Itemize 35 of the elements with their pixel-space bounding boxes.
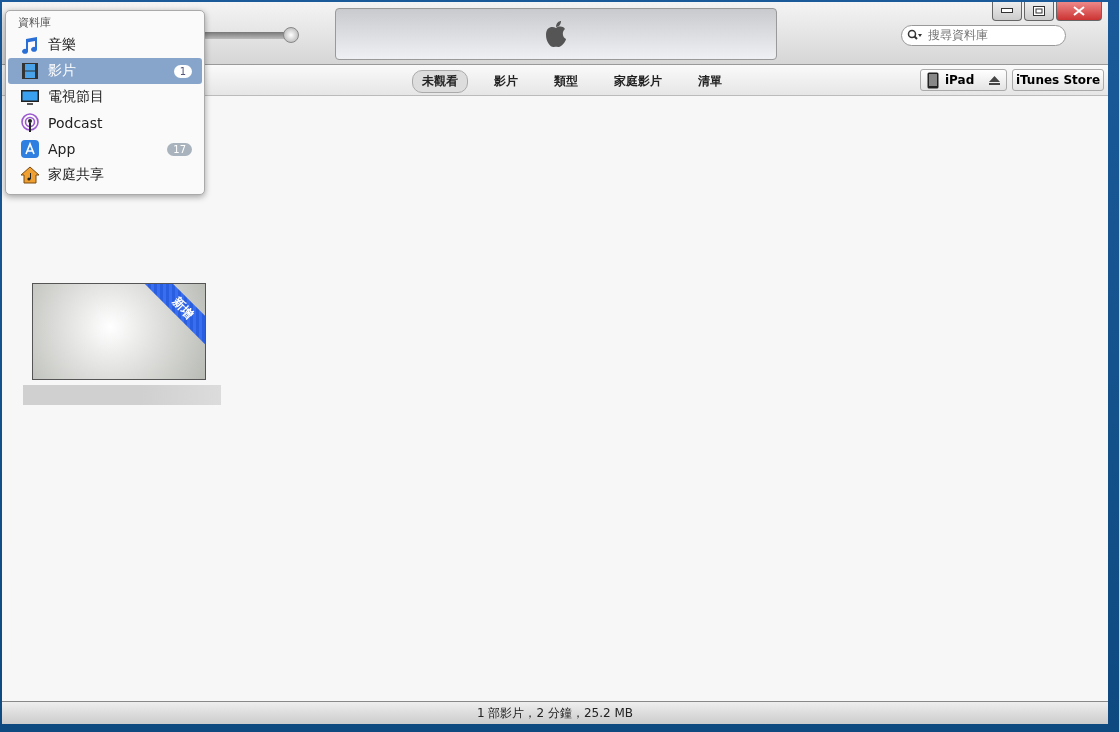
movie-thumbnail[interactable]: 新增 [32,283,206,380]
tablet-icon [927,71,939,89]
menu-item[interactable]: Podcast [8,110,202,136]
house-icon [20,165,40,185]
maximize-icon [1033,6,1045,16]
view-tab[interactable]: 清單 [688,70,732,93]
view-tab[interactable]: 影片 [484,70,528,93]
film-strip-icon [20,61,40,81]
menu-item[interactable]: 影片 1 [8,58,202,84]
view-tab[interactable]: 類型 [544,70,588,93]
search-field[interactable]: 搜尋資料庫 [901,24,1066,46]
podcast-icon [20,113,40,133]
count-badge: 17 [167,142,192,156]
minimize-icon [1001,8,1013,14]
menu-item[interactable]: 電視節目 [8,84,202,110]
app-store-icon [20,139,40,159]
maximize-button[interactable] [1024,2,1054,21]
volume-thumb[interactable] [283,27,300,43]
menu-item[interactable]: 家庭共享 [8,162,202,188]
music-note-icon [20,35,40,55]
device-button[interactable]: iPad [920,69,1007,91]
view-tab[interactable]: 未觀看 [412,70,468,93]
monitor-icon [20,87,40,107]
minimize-button[interactable] [992,2,1022,21]
store-button[interactable]: iTunes Store [1012,69,1104,91]
eject-icon[interactable] [989,75,1000,85]
count-badge: 1 [173,64,192,78]
view-tab[interactable]: 家庭影片 [604,70,672,93]
close-button[interactable] [1056,2,1102,21]
apple-logo-icon [543,19,569,49]
status-bar: 1 部影片，2 分鐘，25.2 MB [2,701,1108,724]
menu-item[interactable]: 音樂 [8,32,202,58]
close-icon [1073,6,1085,16]
menu-title: 資料庫 [17,15,52,31]
menu-item[interactable]: App 17 [8,136,202,162]
